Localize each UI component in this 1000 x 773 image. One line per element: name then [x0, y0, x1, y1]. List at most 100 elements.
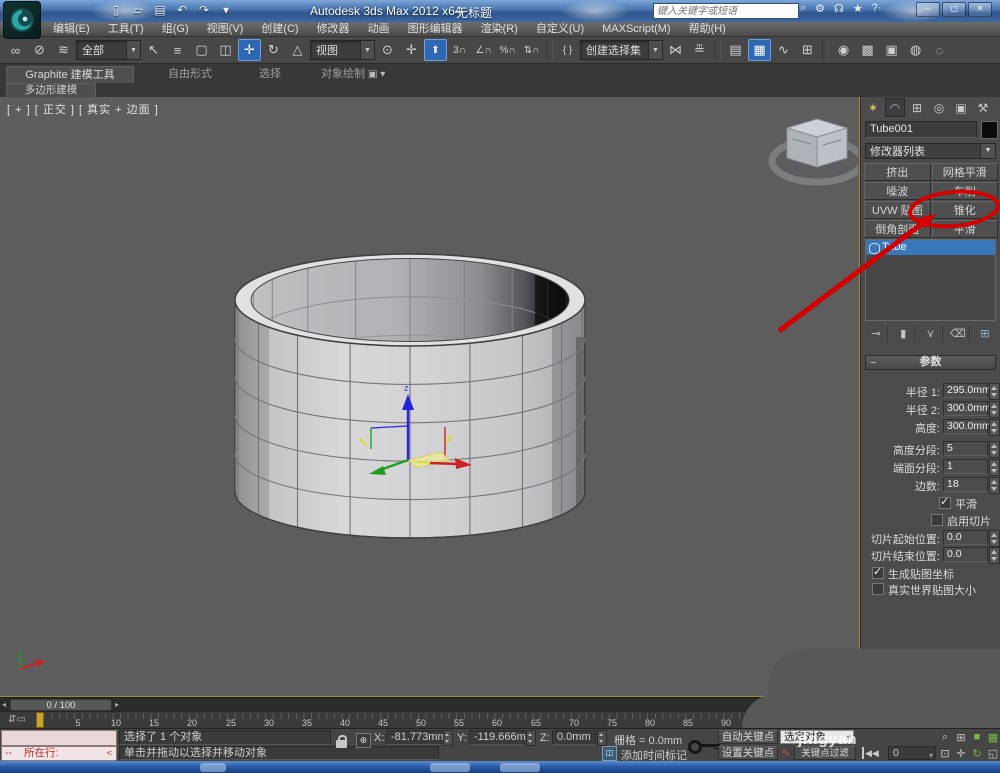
- render-setup-icon[interactable]: ▩: [856, 39, 879, 61]
- mini-curve-editor-icon[interactable]: ⇵▭: [6, 714, 28, 726]
- maximize-viewport-toggle-icon[interactable]: ◱: [986, 746, 1000, 760]
- height-segments-field[interactable]: 5: [943, 441, 988, 456]
- angle-snap-icon[interactable]: ∠∩: [472, 39, 495, 61]
- zoom-region-icon[interactable]: ⊡: [938, 746, 952, 760]
- slice-on-checkbox[interactable]: [931, 514, 943, 526]
- spinner[interactable]: [443, 730, 453, 746]
- absolute-mode-icon[interactable]: ⊕: [356, 733, 371, 748]
- current-frame-marker[interactable]: [36, 712, 44, 728]
- unlink-selection-icon[interactable]: ⊘: [28, 39, 51, 61]
- render-iterative-icon[interactable]: ◌: [928, 39, 951, 61]
- spinner[interactable]: [597, 730, 607, 746]
- spinner[interactable]: [989, 459, 1000, 476]
- communication-center-icon[interactable]: ☊: [834, 2, 844, 15]
- modifier-taper-button[interactable]: 锥化: [932, 201, 999, 219]
- key-icon[interactable]: ⚙: [815, 2, 825, 15]
- radius2-field[interactable]: 300.0mm: [943, 401, 988, 416]
- menu-help[interactable]: 帮助(H): [680, 22, 735, 37]
- parameters-rollout-header[interactable]: − 参数: [865, 355, 996, 370]
- mirror-icon[interactable]: ⋈: [664, 39, 687, 61]
- select-by-name-icon[interactable]: ≡: [166, 39, 189, 61]
- menu-rendering[interactable]: 渲染(R): [472, 22, 527, 37]
- keyboard-shortcut-override-icon[interactable]: ⬆: [424, 39, 447, 61]
- smooth-checkbox[interactable]: [939, 497, 951, 509]
- spinner[interactable]: [989, 441, 1000, 458]
- sides-field[interactable]: 18: [943, 477, 988, 492]
- display-tab-icon[interactable]: ▣: [951, 98, 971, 117]
- next-frame-icon[interactable]: ▸: [115, 699, 119, 711]
- selection-filter-dropdown[interactable]: 全部▼: [76, 40, 141, 60]
- menu-views[interactable]: 视图(V): [198, 22, 253, 37]
- tab-selection[interactable]: 选择: [240, 66, 300, 83]
- modifier-stack-list[interactable]: Tube: [865, 239, 996, 321]
- modifier-smooth-button[interactable]: 平滑: [932, 220, 999, 238]
- viewport-label[interactable]: [ + ] [ 正交 ] [ 真实 + 边面 ]: [7, 101, 159, 117]
- hierarchy-tab-icon[interactable]: ⊞: [907, 98, 927, 117]
- set-key-icon[interactable]: [688, 738, 722, 754]
- viewport-orthographic[interactable]: [ + ] [ 正交 ] [ 真实 + 边面 ]: [0, 97, 860, 697]
- pin-stack-icon[interactable]: ⊸: [865, 325, 888, 341]
- dropdown-arrow-icon[interactable]: ▼: [126, 41, 140, 59]
- graphite-ribbon-toggle-icon[interactable]: ▦: [748, 39, 771, 61]
- generate-mapping-coords-checkbox[interactable]: [872, 567, 884, 579]
- real-world-map-size-checkbox[interactable]: [872, 583, 884, 595]
- select-and-scale-icon[interactable]: △: [286, 39, 309, 61]
- spinner[interactable]: [989, 477, 1000, 494]
- time-slider-handle[interactable]: 0 / 100: [10, 699, 112, 711]
- menu-graph-editors[interactable]: 图形编辑器: [399, 22, 472, 37]
- pan-hand-icon[interactable]: ✛: [954, 746, 968, 760]
- key-filters-button[interactable]: 关键点过滤器...: [794, 746, 856, 760]
- select-object-icon[interactable]: ↖: [142, 39, 165, 61]
- modify-tab-icon[interactable]: ◠: [885, 98, 905, 117]
- select-and-rotate-icon[interactable]: ↻: [262, 39, 285, 61]
- motion-tab-icon[interactable]: ◎: [929, 98, 949, 117]
- window-crossing-icon[interactable]: ◫: [214, 39, 237, 61]
- remove-modifier-icon[interactable]: ⌫: [947, 325, 970, 341]
- spinner[interactable]: [989, 419, 1000, 436]
- tab-polygon-modeling[interactable]: 多边形建模: [6, 83, 96, 97]
- select-and-link-icon[interactable]: ∞: [4, 39, 27, 61]
- search-icon[interactable]: ⌕: [800, 2, 806, 15]
- object-color-swatch[interactable]: [981, 121, 998, 139]
- auto-key-button[interactable]: 自动关键点: [718, 730, 778, 744]
- dropdown-arrow-icon[interactable]: ▼: [648, 41, 662, 59]
- spinner[interactable]: [526, 730, 536, 746]
- menu-customize[interactable]: 自定义(U): [527, 22, 593, 37]
- menu-group[interactable]: 组(G): [153, 22, 198, 37]
- dropdown-arrow-icon[interactable]: ▼: [360, 41, 374, 59]
- set-key-button[interactable]: 设置关键点: [718, 746, 778, 760]
- spinner[interactable]: [989, 383, 1000, 400]
- snaps-toggle-icon[interactable]: 3∩: [448, 39, 471, 61]
- dropdown-arrow-icon[interactable]: ▼: [980, 144, 995, 158]
- prev-frame-icon[interactable]: ◂: [2, 699, 6, 711]
- menu-edit[interactable]: 编辑(E): [44, 22, 99, 37]
- minimize-button[interactable]: –: [916, 2, 940, 17]
- orbit-icon[interactable]: ↻: [970, 746, 984, 760]
- menu-animation[interactable]: 动画: [359, 22, 399, 37]
- rectangular-selection-region-icon[interactable]: ▢: [190, 39, 213, 61]
- schematic-view-icon[interactable]: ⊞: [796, 39, 819, 61]
- stack-item-tube[interactable]: Tube: [866, 240, 995, 255]
- curve-editor-icon[interactable]: ∿: [772, 39, 795, 61]
- zoom-icon[interactable]: ⌕: [938, 730, 952, 744]
- cap-segments-field[interactable]: 1: [943, 459, 988, 474]
- menu-modifiers[interactable]: 修改器: [308, 22, 359, 37]
- modifier-uvwmap-button[interactable]: UVW 贴图: [864, 201, 931, 219]
- object-name-field[interactable]: Tube001: [865, 121, 977, 138]
- align-icon[interactable]: ≞: [688, 39, 711, 61]
- app-logo[interactable]: [3, 1, 41, 39]
- show-end-result-icon[interactable]: ▮: [892, 325, 915, 341]
- menu-create[interactable]: 创建(C): [252, 22, 307, 37]
- modifier-noise-button[interactable]: 噪波: [864, 182, 931, 200]
- configure-modifier-sets-icon[interactable]: ⊞: [974, 325, 996, 341]
- menu-tools[interactable]: 工具(T): [99, 22, 153, 37]
- favorites-star-icon[interactable]: ★: [853, 2, 863, 15]
- zoom-all-icon[interactable]: ⊞: [954, 730, 968, 744]
- spinner[interactable]: [989, 547, 1000, 564]
- material-editor-icon[interactable]: ◉: [832, 39, 855, 61]
- new-key-curve-icon[interactable]: ∿: [781, 746, 790, 759]
- make-unique-icon[interactable]: ⋎: [920, 325, 943, 341]
- height-field[interactable]: 300.0mm: [943, 419, 988, 434]
- y-coordinate-field[interactable]: -119.666m: [469, 730, 525, 745]
- radius1-field[interactable]: 295.0mm: [943, 383, 988, 398]
